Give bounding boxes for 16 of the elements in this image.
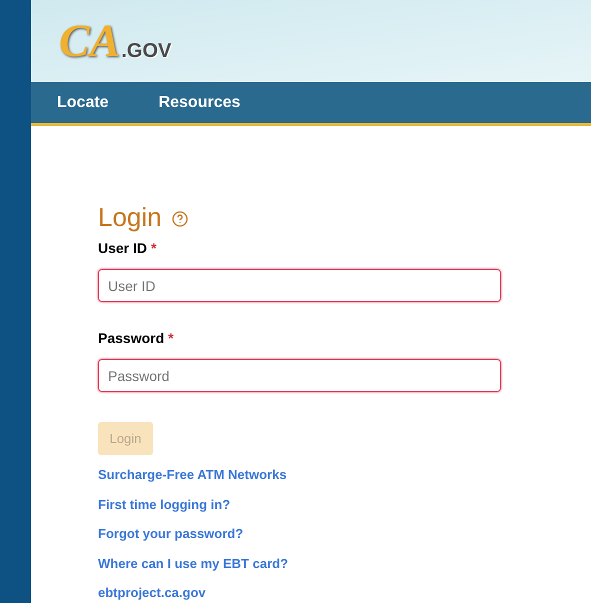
field-label: User ID bbox=[98, 239, 148, 258]
nav-link[interactable]: Locate bbox=[57, 90, 109, 114]
logo[interactable]: CA.GOV bbox=[59, 2, 172, 64]
link[interactable]: First time logging in? bbox=[98, 494, 230, 514]
login-title: Login bbox=[98, 204, 162, 230]
required-mark: * bbox=[168, 329, 174, 348]
nav-link[interactable]: Resources bbox=[158, 90, 240, 114]
link[interactable]: ebtproject.ca.gov bbox=[98, 583, 206, 602]
required-mark: * bbox=[151, 239, 156, 258]
link[interactable]: Surcharge-Free ATM Networks bbox=[98, 465, 287, 484]
help-icon[interactable] bbox=[172, 211, 188, 227]
link[interactable]: Where can I use my EBT card? bbox=[98, 554, 288, 573]
input-field[interactable]: User ID bbox=[98, 269, 501, 302]
field-label: Password bbox=[98, 329, 164, 348]
input-field[interactable]: Password bbox=[98, 359, 501, 392]
link[interactable]: Forgot your password? bbox=[98, 524, 244, 544]
